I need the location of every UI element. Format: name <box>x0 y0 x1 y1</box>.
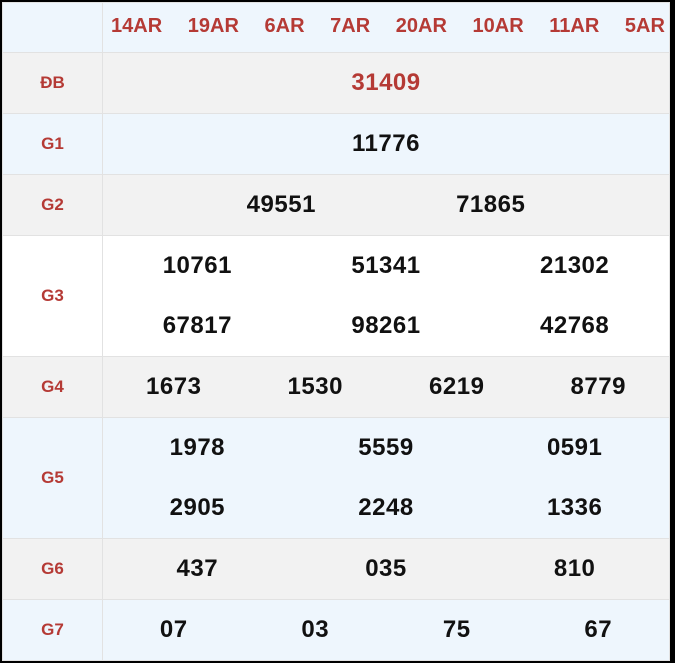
prize-label-g5: G5 <box>2 417 103 539</box>
prize-row-g2: G2 49551 71865 <box>2 174 670 236</box>
prize-number: 1978 <box>169 434 226 461</box>
prize-row-g5: G5 1978 5559 0591 2905 2248 1336 <box>2 417 670 539</box>
lottery-results-table: 14AR 19AR 6AR 7AR 20AR 10AR 11AR 5AR ĐB … <box>0 0 675 663</box>
prize-row-g4: G4 1673 1530 6219 8779 <box>2 356 670 418</box>
prize-number: 67 <box>584 616 613 643</box>
prize-number: 03 <box>301 616 330 643</box>
prize-stack: 1978 5559 0591 2905 2248 1336 <box>103 418 669 538</box>
prize-values-g7: 07 03 75 67 <box>102 599 670 661</box>
code-7: 11AR <box>549 15 600 37</box>
prize-line: 2905 2248 1336 <box>103 478 669 538</box>
prize-label-g2: G2 <box>2 174 103 236</box>
prize-number: 6219 <box>429 373 485 400</box>
prize-values-g3: 10761 51341 21302 67817 98261 42768 <box>102 235 670 357</box>
code-4: 7AR <box>330 15 371 37</box>
prize-number: 810 <box>553 555 596 582</box>
prize-values-g2: 49551 71865 <box>102 174 670 236</box>
prize-number: 49551 <box>246 191 316 218</box>
prize-number: 8779 <box>570 373 626 400</box>
header-codes-cell: 14AR 19AR 6AR 7AR 20AR 10AR 11AR 5AR <box>102 2 670 53</box>
prize-label-g1: G1 <box>2 113 103 175</box>
prize-number: 75 <box>442 616 471 643</box>
prize-label-g6: G6 <box>2 538 103 600</box>
prize-number: 2905 <box>169 494 226 521</box>
prize-line: 1978 5559 0591 <box>103 418 669 478</box>
prize-label-g4: G4 <box>2 356 103 418</box>
prize-label-g7: G7 <box>2 599 103 661</box>
prize-line: 437 035 810 <box>103 555 669 583</box>
prize-number: 10761 <box>162 252 232 279</box>
prize-number: 1673 <box>146 373 202 400</box>
prize-values-g1: 11776 <box>102 113 670 175</box>
prize-number: 0591 <box>546 434 603 461</box>
results-grid: 14AR 19AR 6AR 7AR 20AR 10AR 11AR 5AR ĐB … <box>2 2 670 661</box>
prize-line: 1673 1530 6219 8779 <box>103 373 669 401</box>
prize-line: 49551 71865 <box>103 191 669 219</box>
prize-line: 67817 98261 42768 <box>103 296 669 356</box>
prize-stack: 10761 51341 21302 67817 98261 42768 <box>103 236 669 356</box>
prize-values-g4: 1673 1530 6219 8779 <box>102 356 670 418</box>
prize-values-db: 31409 <box>102 52 670 114</box>
prize-row-g7: G7 07 03 75 67 <box>2 599 670 661</box>
prize-values-g5: 1978 5559 0591 2905 2248 1336 <box>102 417 670 539</box>
prize-values-g6: 437 035 810 <box>102 538 670 600</box>
prize-number: 11776 <box>352 130 420 157</box>
header-row: 14AR 19AR 6AR 7AR 20AR 10AR 11AR 5AR <box>2 2 670 53</box>
prize-number: 42768 <box>540 312 610 339</box>
prize-number: 98261 <box>351 312 421 339</box>
code-3: 6AR <box>264 15 305 37</box>
prize-row-g1: G1 11776 <box>2 113 670 175</box>
prize-label-db: ĐB <box>2 52 103 114</box>
prize-number: 1530 <box>287 373 343 400</box>
prize-number: 2248 <box>358 494 414 521</box>
prize-row-g6: G6 437 035 810 <box>2 538 670 600</box>
prize-number: 51341 <box>351 252 421 279</box>
code-1: 14AR <box>111 15 163 37</box>
prize-row-db: ĐB 31409 <box>2 52 670 114</box>
prize-line: 07 03 75 67 <box>103 616 669 644</box>
prize-row-g3: G3 10761 51341 21302 67817 98261 42768 <box>2 235 670 357</box>
header-codes: 14AR 19AR 6AR 7AR 20AR 10AR 11AR 5AR <box>103 15 669 40</box>
prize-number: 1336 <box>546 494 603 521</box>
prize-line: 10761 51341 21302 <box>103 236 669 296</box>
code-5: 20AR <box>395 15 447 37</box>
prize-number: 5559 <box>358 434 414 461</box>
prize-label-g3: G3 <box>2 235 103 357</box>
prize-number: 035 <box>365 555 407 582</box>
prize-number: 07 <box>159 616 188 643</box>
header-corner <box>2 2 103 53</box>
special-prize-number: 31409 <box>351 69 421 96</box>
code-6: 10AR <box>472 15 524 37</box>
code-8: 5AR <box>624 15 665 37</box>
prize-number: 67817 <box>162 312 232 339</box>
prize-number: 437 <box>176 555 219 582</box>
code-2: 19AR <box>187 15 239 37</box>
prize-number: 71865 <box>456 191 526 218</box>
prize-number: 21302 <box>540 252 610 279</box>
